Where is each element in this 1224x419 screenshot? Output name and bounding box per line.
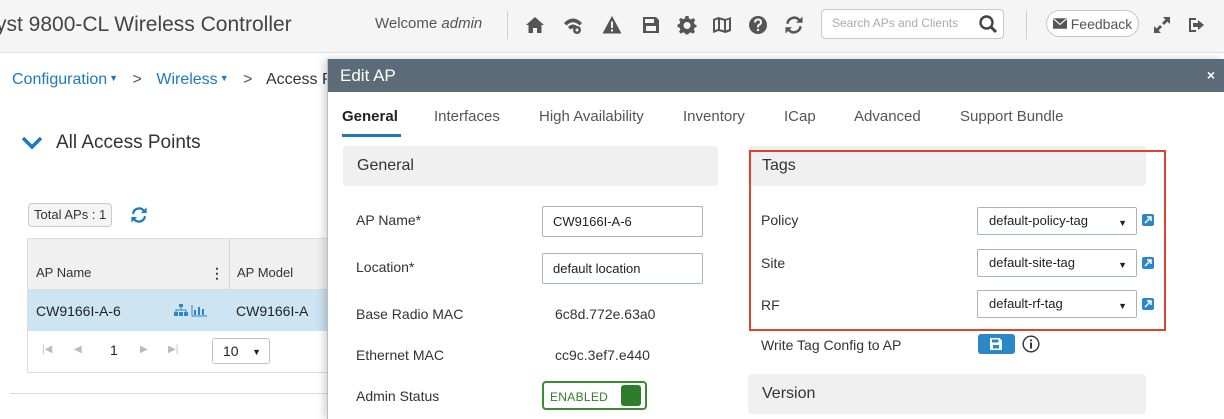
next-page-icon[interactable]: ▶ [140,344,148,355]
header-divider [1026,11,1027,39]
base-radio-mac-value: 6c8d.772e.63a0 [555,306,656,322]
total-aps-badge: Total APs : 1 [28,203,113,227]
wireless-setup-icon[interactable] [562,14,584,36]
caret-down-icon: ▼ [109,73,119,83]
tab-high-availability[interactable]: High Availability [539,108,644,125]
tab-interfaces[interactable]: Interfaces [434,108,500,125]
refresh-icon[interactable] [130,206,148,224]
app-title: yst 9800-CL Wireless Controller [0,13,292,36]
breadcrumb-configuration[interactable]: Configuration ▼ [12,71,118,88]
save-icon[interactable] [640,14,662,36]
envelope-icon [1052,18,1067,29]
username: admin [441,15,483,32]
breadcrumb-separator: > [243,71,253,88]
modal-title: Edit AP [340,66,396,85]
admin-status-toggle[interactable]: ENABLED [542,381,647,410]
top-header: yst 9800-CL Wireless Controller Welcome … [0,0,1224,53]
last-page-icon[interactable]: ▶| [168,344,178,355]
feedback-label: Feedback [1070,15,1133,32]
location-label: Location* [356,259,415,275]
admin-status-value: ENABLED [550,390,609,404]
close-icon[interactable]: × [1207,67,1215,83]
prev-page-icon[interactable]: ◀ [74,344,82,355]
breadcrumb-label: Configuration [12,71,108,88]
home-icon[interactable] [524,14,546,36]
info-icon[interactable] [1022,335,1040,353]
write-tag-save-button[interactable] [978,334,1015,354]
tab-icap[interactable]: ICap [784,108,816,125]
refresh-icon[interactable] [783,14,805,36]
breadcrumb-label: Wireless [156,71,218,88]
page-size-value: 10 [223,343,239,359]
breadcrumb-wireless[interactable]: Wireless ▼ [156,71,228,88]
welcome-prefix: Welcome [375,15,438,32]
table-row[interactable]: CW9166I-A-6 CW9166I-A [28,290,329,331]
search-box[interactable] [821,9,1004,39]
divider [10,393,328,394]
column-divider [229,239,230,290]
tags-highlight-box [749,150,1166,331]
ap-name-field[interactable] [542,206,703,237]
general-section-header: General [343,146,718,186]
alert-icon[interactable] [601,14,623,36]
toggle-knob [621,385,641,406]
column-menu-icon[interactable]: ⋮ [210,265,224,282]
admin-status-label: Admin Status [356,388,440,404]
access-points-table: AP Name ⋮ AP Model CW9166I-A-6 CW9166I-A… [27,238,329,373]
ethernet-mac-label: Ethernet MAC [356,347,444,363]
current-page: 1 [110,342,118,358]
app-root: yst 9800-CL Wireless Controller Welcome … [0,0,1224,419]
tab-bar: General Interfaces High Availability Inv… [328,92,1224,138]
ap-name-label: AP Name* [356,212,422,228]
column-header-ap-name[interactable]: AP Name [36,265,91,280]
gear-icon[interactable] [676,14,698,36]
write-tag-config-label: Write Tag Config to AP [761,337,902,353]
breadcrumb-separator: > [132,71,142,88]
section-title: All Access Points [56,132,201,153]
page-size-select[interactable]: 10 ▼ [212,338,270,364]
caret-down-icon: ▼ [252,347,261,357]
search-icon[interactable] [978,14,998,34]
logout-icon[interactable] [1186,14,1208,36]
chevron-down-icon[interactable] [22,136,42,150]
expand-icon[interactable] [1151,14,1173,36]
help-icon[interactable] [747,14,769,36]
tab-support-bundle[interactable]: Support Bundle [960,108,1063,125]
ap-name-cell: CW9166I-A-6 [36,303,121,319]
ap-model-cell: CW9166I-A [236,303,309,319]
tab-advanced[interactable]: Advanced [854,108,921,125]
edit-ap-modal: Edit AP × General Interfaces High Availa… [327,59,1224,419]
breadcrumb: Configuration ▼ > Wireless ▼ > Access Po [12,71,342,89]
map-icon[interactable] [711,14,733,36]
tab-inventory[interactable]: Inventory [683,108,745,125]
table-header: AP Name ⋮ AP Model [28,239,329,290]
version-section-header: Version [748,374,1146,414]
modal-header: Edit AP × [328,59,1224,92]
ethernet-mac-value: cc9c.3ef7.e440 [555,347,650,363]
pagination: |◀ ◀ 1 ▶ ▶| 10 ▼ [28,331,329,373]
feedback-button[interactable]: Feedback [1046,10,1139,37]
header-divider [507,11,508,39]
welcome-text: Welcome admin [375,15,482,32]
active-tab-indicator [342,134,401,137]
all-access-points-header[interactable]: All Access Points [22,132,201,154]
topology-chart-icon[interactable] [174,304,208,317]
location-field[interactable] [542,253,703,284]
caret-down-icon: ▼ [219,73,229,83]
save-icon [990,338,1002,350]
base-radio-mac-label: Base Radio MAC [356,306,464,322]
search-input[interactable] [832,16,972,30]
column-header-ap-model[interactable]: AP Model [237,265,293,280]
tab-general[interactable]: General [342,108,398,125]
first-page-icon[interactable]: |◀ [42,344,52,355]
